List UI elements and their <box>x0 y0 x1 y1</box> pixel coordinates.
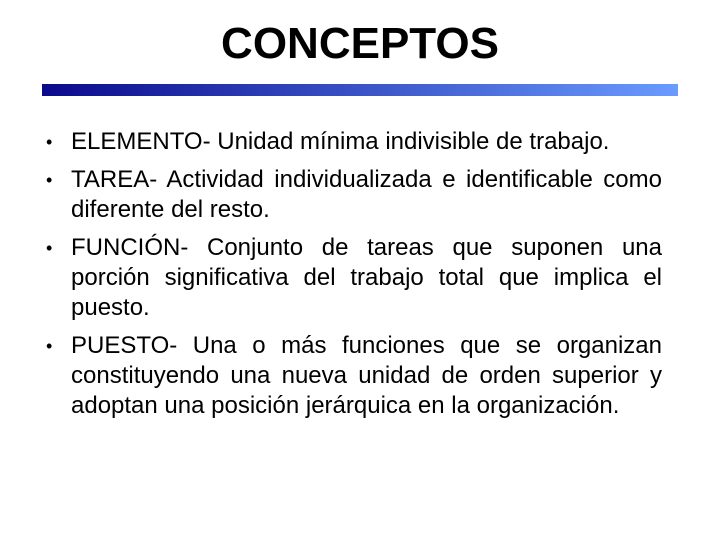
bullet-icon: • <box>46 132 53 152</box>
list-item-elemento: • ELEMENTO- Unidad mínima indivisible de… <box>46 127 662 157</box>
bullet-icon: • <box>46 170 53 190</box>
list-item-funcion: • FUNCIÓN- Conjunto de tareas que supone… <box>46 233 662 323</box>
list-item-text: TAREA- Actividad individualizada e ident… <box>71 166 662 223</box>
list-item-text: PUESTO- Una o más funciones que se organ… <box>71 332 662 419</box>
title-underline-bar <box>42 84 678 96</box>
list-item-text: ELEMENTO- Unidad mínima indivisible de t… <box>71 128 610 155</box>
list-item-text: FUNCIÓN- Conjunto de tareas que suponen … <box>71 234 662 321</box>
concept-list: • ELEMENTO- Unidad mínima indivisible de… <box>0 127 720 429</box>
list-item-tarea: • TAREA- Actividad individualizada e ide… <box>46 165 662 225</box>
bullet-icon: • <box>46 336 53 356</box>
slide-title: CONCEPTOS <box>221 19 499 68</box>
list-item-puesto: • PUESTO- Una o más funciones que se org… <box>46 331 662 421</box>
bullet-icon: • <box>46 238 53 258</box>
